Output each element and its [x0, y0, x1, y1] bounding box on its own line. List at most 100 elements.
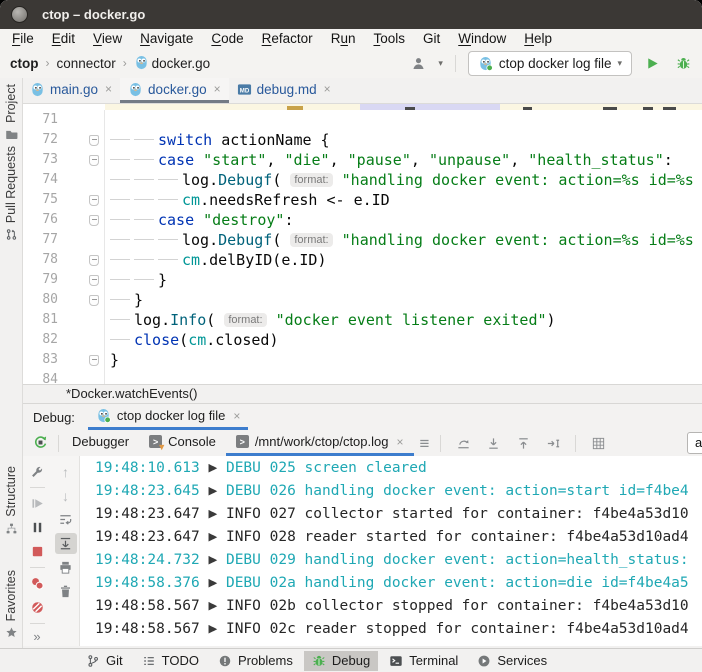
fold-marker-icon[interactable] [89, 295, 99, 306]
tool-window-button-debug[interactable]: Debug [304, 651, 378, 671]
scroll-to-end-button[interactable] [55, 533, 77, 554]
clear-trash-button[interactable] [55, 581, 77, 602]
rerun-button[interactable] [29, 432, 51, 453]
code-line: 77log.Debugf( format: "handling docker e… [22, 230, 702, 250]
code-text: log.Info( format: "docker event listener… [104, 310, 702, 330]
fold-marker-icon[interactable] [89, 275, 99, 286]
tool-window-button-problems[interactable]: Problems [210, 651, 301, 671]
close-icon[interactable]: × [214, 82, 221, 96]
scroll-to-bottom-button[interactable] [482, 433, 504, 454]
pause-button[interactable] [26, 517, 48, 538]
code-token: Debugf [218, 231, 272, 249]
menu-item-help[interactable]: Help [515, 31, 561, 46]
terminal-icon [389, 654, 403, 668]
stop-button[interactable] [26, 541, 48, 562]
stripe-button-pull-requests[interactable]: Pull Requests [0, 146, 22, 241]
debug-session-tab[interactable]: ctop docker log file × [88, 404, 248, 430]
editor-tab-docker-go[interactable]: docker.go× [120, 78, 229, 103]
tool-window-button-terminal[interactable]: Terminal [381, 651, 466, 671]
console-tab-mnt-work-ctop-ctop-log[interactable]: >/mnt/work/ctop/ctop.log× [226, 430, 414, 456]
ide-window: ctop – docker.go FileEditViewNavigateCod… [0, 0, 702, 672]
fold-marker-icon[interactable] [89, 215, 99, 226]
code-text: log.Debugf( format: "handling docker eve… [104, 230, 702, 250]
log-arrow-icon: ▶ [209, 506, 218, 522]
stripe-button-favorites[interactable]: Favorites [0, 570, 22, 639]
menu-item-git[interactable]: Git [414, 31, 449, 46]
mute-breakpoints-button[interactable] [26, 597, 48, 618]
scroll-to-top-button[interactable] [512, 433, 534, 454]
fold-gutter [62, 310, 104, 330]
editor-tab-main-go[interactable]: main.go× [22, 78, 120, 103]
restore-layout-button[interactable] [452, 433, 474, 454]
toolbar-divider [58, 435, 59, 452]
tool-window-button-label: TODO [162, 653, 199, 668]
navigation-bar: ctop›connector› docker.go ▾ ctop docker … [0, 48, 702, 78]
breadcrumb-item[interactable]: ctop [10, 56, 39, 71]
tool-window-button-todo[interactable]: TODO [134, 651, 207, 671]
menu-item-edit[interactable]: Edit [43, 31, 84, 46]
view-breakpoints-button[interactable] [26, 573, 48, 594]
log-filter-select[interactable]: all [687, 432, 702, 454]
debug-button[interactable] [672, 52, 694, 74]
menu-item-tools[interactable]: Tools [364, 31, 414, 46]
resume-button[interactable] [26, 493, 48, 514]
close-icon[interactable]: × [396, 435, 403, 449]
log-message: DEBU 02a handling docker event: action=d… [217, 575, 688, 591]
breadcrumb-item[interactable]: docker.go [134, 55, 210, 71]
fold-marker-icon[interactable] [89, 255, 99, 266]
go-file-icon [134, 55, 149, 70]
code-line: 75cm.needsRefresh <- e.ID [22, 190, 702, 210]
tool-window-button-git[interactable]: Git [78, 651, 131, 671]
console-tab-Console[interactable]: >▼Console [139, 430, 226, 456]
close-icon[interactable]: × [233, 409, 240, 423]
more-actions-button[interactable]: » [33, 629, 40, 644]
editor-tab-debug-md[interactable]: MDdebug.md× [229, 78, 339, 103]
options-menu-icon[interactable]: ≡ [420, 435, 430, 452]
tab-whitespace-mark [110, 230, 130, 250]
stripe-button-project[interactable]: Project [0, 84, 22, 141]
jump-to-source-button[interactable] [542, 433, 564, 454]
menu-item-run[interactable]: Run [322, 31, 365, 46]
fold-marker-icon[interactable] [89, 355, 99, 366]
log-timestamp: 19:48:23.647 [95, 529, 209, 545]
fold-marker-icon[interactable] [89, 155, 99, 166]
menu-item-view[interactable]: View [84, 31, 131, 46]
tab-whitespace-mark [110, 190, 130, 210]
window-control-button[interactable] [11, 6, 28, 23]
code-token: log. [182, 171, 218, 189]
parameter-hint-inlay: format: [224, 313, 266, 327]
close-icon[interactable]: × [324, 82, 331, 96]
tool-window-button-services[interactable]: Services [469, 651, 555, 671]
run-button[interactable] [641, 52, 663, 74]
soft-wrap-button[interactable] [55, 509, 77, 530]
grid-button[interactable] [587, 433, 609, 454]
code-editor[interactable]: 7172switch actionName {73case "start", "… [22, 104, 702, 384]
code-line: 74log.Debugf( format: "handling docker e… [22, 170, 702, 190]
up-arrow-icon[interactable]: ↑ [55, 461, 77, 482]
menu-item-window[interactable]: Window [449, 31, 515, 46]
console-tab-Debugger[interactable]: Debugger [62, 430, 139, 456]
menu-item-refactor[interactable]: Refactor [253, 31, 322, 46]
breadcrumb-item[interactable]: connector [57, 56, 116, 71]
code-line: 83} [22, 350, 702, 370]
code-text: close(cm.closed) [104, 330, 702, 350]
menu-item-file[interactable]: File [3, 31, 43, 46]
log-output[interactable]: 19:48:10.613 ▶ DEBU 025 screen cleared19… [80, 456, 702, 646]
mute-breakpoints-icon [30, 600, 45, 615]
fold-marker-icon[interactable] [89, 135, 99, 146]
menu-item-code[interactable]: Code [202, 31, 252, 46]
rerun-icon [33, 435, 48, 450]
settings-wrench-button[interactable] [26, 461, 48, 482]
user-dropdown-icon[interactable] [407, 52, 429, 74]
title-bar: ctop – docker.go [0, 0, 702, 29]
print-button[interactable] [55, 557, 77, 578]
fold-marker-icon[interactable] [89, 195, 99, 206]
run-configuration-select[interactable]: ctop docker log file ▾ [468, 51, 632, 76]
code-token: .needsRefresh <- e.ID [200, 191, 390, 209]
code-text: switch actionName { [104, 130, 702, 150]
stripe-button-structure[interactable]: Structure [0, 466, 22, 535]
menu-item-navigate[interactable]: Navigate [131, 31, 202, 46]
code-line: 73case "start", "die", "pause", "unpause… [22, 150, 702, 170]
down-arrow-icon[interactable]: ↓ [55, 485, 77, 506]
close-icon[interactable]: × [105, 82, 112, 96]
